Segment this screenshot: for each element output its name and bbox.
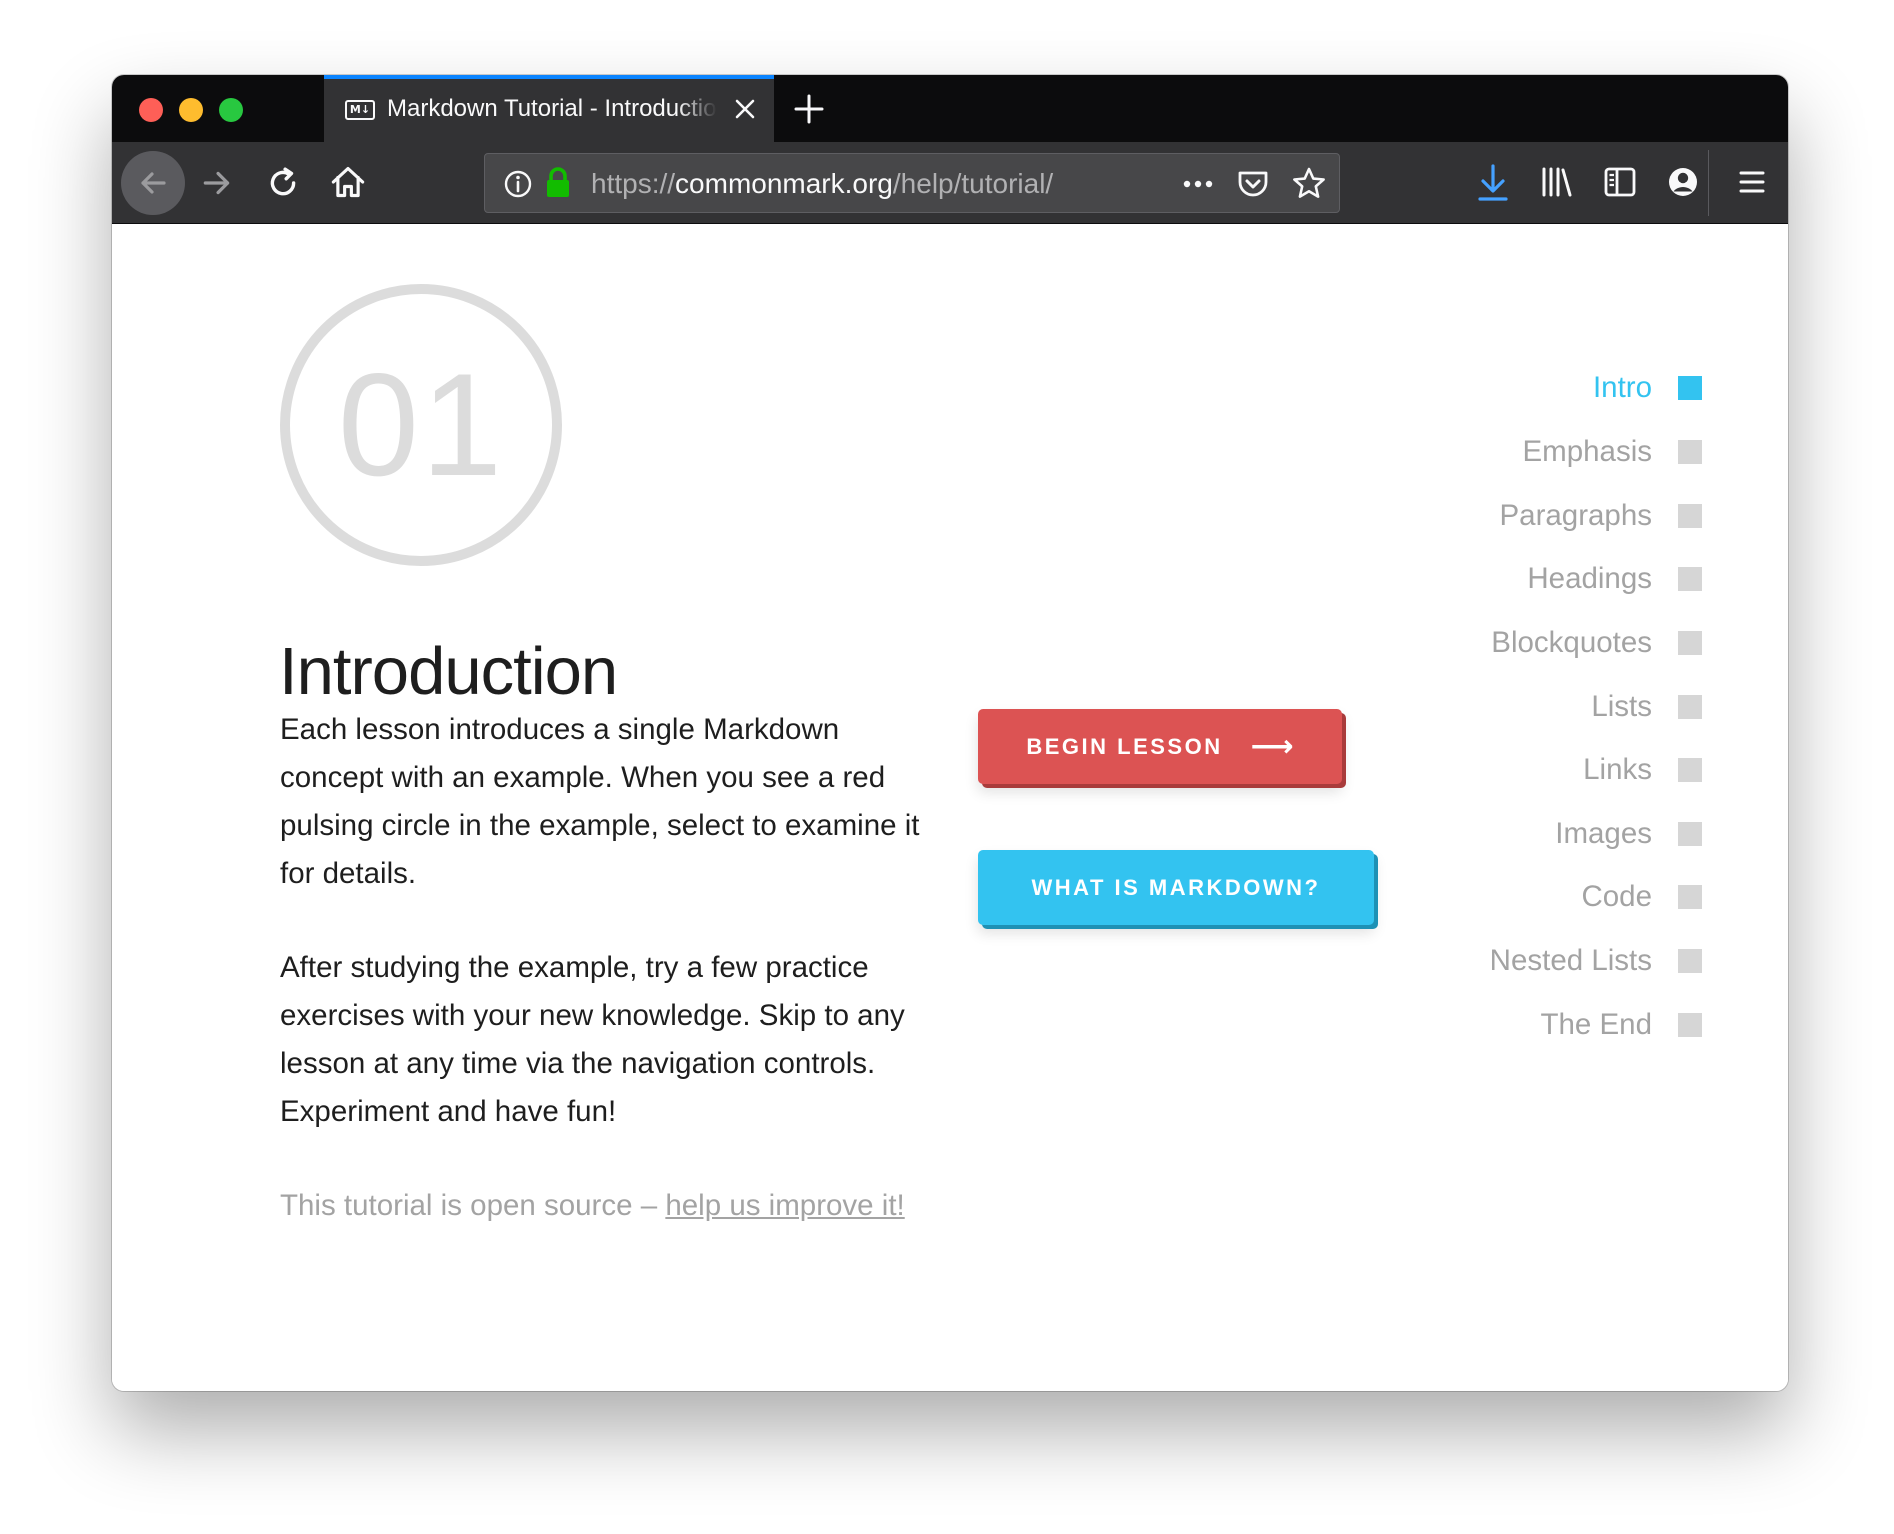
nav-item-indicator: [1678, 1013, 1702, 1037]
intro-paragraph: Each lesson introduces a single Markdown…: [280, 713, 920, 890]
back-icon: [141, 172, 166, 194]
nav-item-indicator: [1678, 822, 1702, 846]
more-icon[interactable]: [1180, 170, 1216, 198]
lock-icon: [547, 167, 569, 197]
lesson-navigation: Intro Emphasis Paragraphs Headings Block…: [1312, 224, 1788, 1391]
open-source-text: This tutorial is open source –: [280, 1189, 666, 1222]
tab-title: Markdown Tutorial - Introduction: [387, 95, 717, 122]
url-path: /help/tutorial/: [892, 168, 1054, 199]
page-title: Introduction: [279, 634, 618, 709]
nav-item-label: Lists: [1591, 690, 1652, 723]
what-is-markdown-label: WHAT IS MARKDOWN?: [1031, 875, 1321, 900]
nav-item-indicator: [1678, 758, 1702, 782]
page-content: 01 Introduction Each lesson introduces a…: [112, 224, 1788, 1391]
window-zoom-button[interactable]: [219, 98, 243, 122]
window-minimize-button[interactable]: [179, 98, 203, 122]
nav-item-indicator: [1678, 504, 1702, 528]
url-scheme: https://: [591, 168, 676, 199]
nav-item-label: Code: [1581, 880, 1652, 913]
toolbar-separator: [1708, 150, 1709, 216]
sidebar-icon[interactable]: [1603, 166, 1637, 198]
active-tab-indicator: [324, 75, 774, 79]
home-icon[interactable]: [330, 164, 366, 200]
nav-item-indicator: [1678, 949, 1702, 973]
nav-item-indicator: [1678, 885, 1702, 909]
back-button[interactable]: [121, 151, 185, 215]
account-icon[interactable]: [1666, 165, 1700, 199]
info-icon[interactable]: [503, 169, 533, 199]
nav-item-label: Paragraphs: [1499, 499, 1652, 532]
arrow-right-icon: ⟶: [1250, 730, 1294, 763]
lesson-number: 01: [337, 343, 505, 506]
library-icon[interactable]: [1539, 165, 1575, 199]
forward-icon[interactable]: [200, 166, 234, 200]
instructions-paragraph: After studying the example, try a few pr…: [280, 951, 905, 1128]
open-source-note: This tutorial is open source – help us i…: [280, 1182, 1040, 1230]
improve-link[interactable]: help us improve it!: [665, 1189, 904, 1222]
tab-strip: M↓ Markdown Tutorial - Introduction: [112, 75, 1788, 142]
nav-item-indicator: [1678, 695, 1702, 719]
window-close-button[interactable]: [139, 98, 163, 122]
new-tab-icon[interactable]: [793, 93, 825, 125]
nav-item-indicator: [1678, 631, 1702, 655]
nav-item-label: Emphasis: [1522, 435, 1652, 468]
nav-item-label: Images: [1555, 817, 1652, 850]
browser-window: M↓ Markdown Tutorial - Introduction http…: [112, 75, 1788, 1391]
nav-item-label: Nested Lists: [1489, 944, 1652, 977]
pocket-icon[interactable]: [1236, 167, 1270, 201]
nav-item-label: Intro: [1592, 371, 1652, 404]
nav-item-indicator: [1678, 440, 1702, 464]
download-icon[interactable]: [1476, 163, 1510, 203]
markdown-favicon-icon: M↓: [345, 100, 375, 120]
nav-item-label: Headings: [1527, 562, 1652, 595]
reload-icon[interactable]: [266, 166, 300, 200]
nav-item-indicator: [1678, 567, 1702, 591]
tab-markdown-tutorial[interactable]: M↓ Markdown Tutorial - Introduction: [324, 75, 774, 142]
begin-lesson-label: BEGIN LESSON: [1026, 734, 1223, 759]
close-icon[interactable]: [733, 97, 757, 121]
begin-lesson-button[interactable]: BEGIN LESSON ⟶: [978, 709, 1342, 784]
lesson-number-badge: 01: [280, 284, 562, 566]
nav-item-label: The End: [1540, 1008, 1652, 1041]
bookmark-star-icon[interactable]: [1291, 166, 1327, 202]
nav-item-label: Links: [1583, 753, 1652, 786]
url-host: commonmark.org: [675, 168, 893, 199]
url-bar[interactable]: https://commonmark.org/help/tutorial/: [484, 153, 1340, 213]
url-text[interactable]: https://commonmark.org/help/tutorial/: [591, 168, 1053, 200]
navigation-toolbar: https://commonmark.org/help/tutorial/: [112, 142, 1788, 224]
nav-item-indicator: [1678, 376, 1702, 400]
menu-icon[interactable]: [1736, 166, 1768, 198]
nav-item-label: Blockquotes: [1491, 626, 1652, 659]
